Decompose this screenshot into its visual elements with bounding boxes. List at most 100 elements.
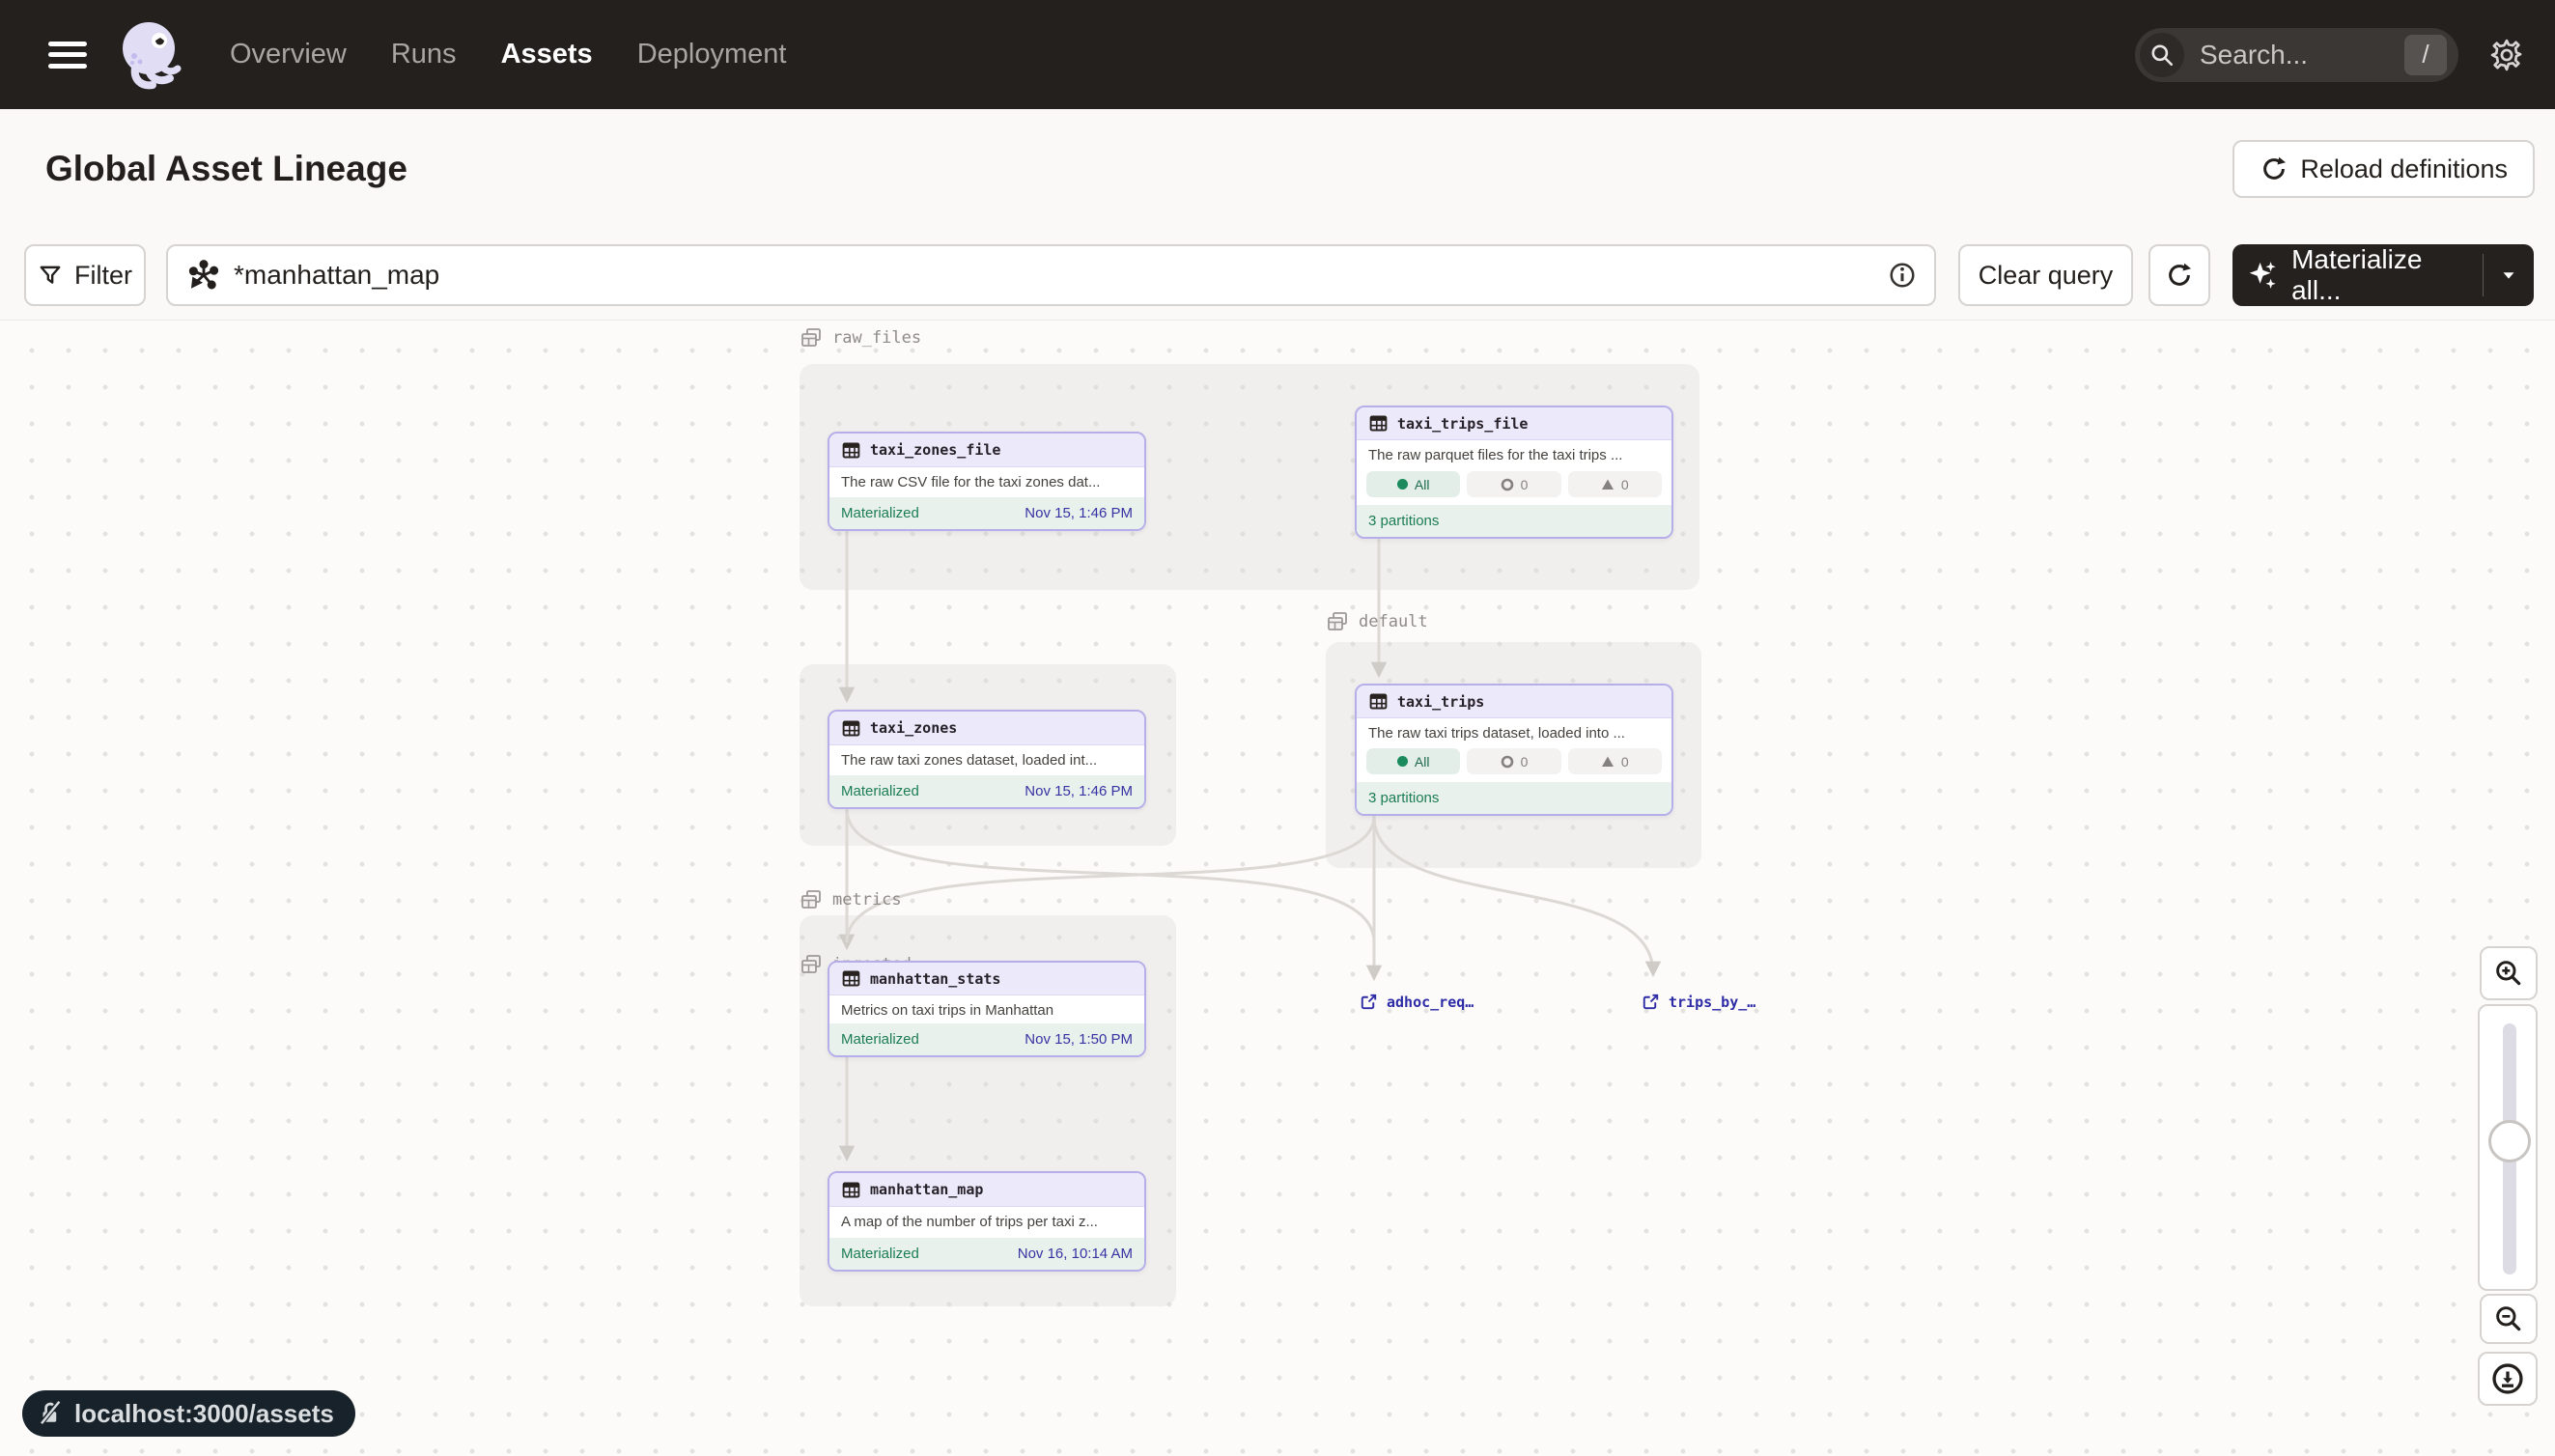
partitions-success-badge[interactable]: All	[1366, 471, 1460, 497]
asset-title: manhattan_stats	[870, 970, 1000, 988]
asset-description: The raw taxi zones dataset, loaded int..…	[829, 745, 1144, 775]
nav-right: Search... /	[2135, 28, 2555, 82]
circle-outline-icon	[1501, 478, 1514, 491]
asset-node-taxi-zones[interactable]: taxi_zones The raw taxi zones dataset, l…	[828, 710, 1146, 809]
lineage-canvas[interactable]: raw_files ingested default metrics	[0, 321, 2555, 1456]
zoom-out-button[interactable]	[2480, 1294, 2538, 1344]
asset-title: taxi_trips	[1397, 693, 1484, 711]
zoom-out-icon	[2493, 1303, 2524, 1334]
sparkles-icon	[2246, 257, 2280, 294]
asset-node-taxi-trips-file[interactable]: taxi_trips_file The raw parquet files fo…	[1355, 406, 1673, 539]
materialized-timestamp: Nov 16, 10:14 AM	[1018, 1246, 1133, 1262]
group-label-raw-files[interactable]: raw_files	[800, 326, 921, 350]
search-icon	[2140, 33, 2184, 77]
asset-title: taxi_zones	[870, 719, 957, 737]
nav-item-runs[interactable]: Runs	[391, 39, 457, 70]
partition-health-badges: All 0 0	[1357, 469, 1671, 505]
settings-gear-icon[interactable]	[2458, 37, 2555, 73]
partitions-missing-badge[interactable]: 0	[1568, 471, 1662, 497]
materialized-timestamp: Nov 15, 1:46 PM	[1025, 505, 1133, 521]
materialized-status: Materialized	[841, 1031, 919, 1048]
asset-node-taxi-zones-file[interactable]: taxi_zones_file The raw CSV file for the…	[828, 432, 1146, 531]
filter-button[interactable]: Filter	[24, 244, 146, 306]
filter-funnel-icon	[38, 263, 63, 288]
table-icon	[841, 968, 861, 989]
materialized-status: Materialized	[841, 1246, 919, 1262]
external-link-icon	[1360, 993, 1378, 1011]
asset-group-icon	[800, 326, 823, 350]
success-dot-icon	[1397, 479, 1408, 490]
partition-count: 3 partitions	[1357, 505, 1671, 537]
info-icon[interactable]	[1888, 261, 1917, 290]
lock-slash-icon	[36, 1399, 65, 1428]
table-icon	[841, 718, 861, 739]
materialized-timestamp: Nov 15, 1:50 PM	[1025, 1031, 1133, 1048]
clear-query-button[interactable]: Clear query	[1958, 244, 2133, 306]
menu-icon[interactable]	[48, 42, 87, 69]
asset-selection-input-wrap	[166, 244, 1936, 306]
job-link-trips-by[interactable]: trips_by_…	[1642, 993, 1755, 1011]
asset-group-icon	[800, 953, 823, 976]
graph-query-icon	[187, 259, 220, 292]
asset-description: The raw CSV file for the taxi zones dat.…	[829, 467, 1144, 497]
table-icon	[841, 1180, 861, 1200]
asset-description: Metrics on taxi trips in Manhattan	[829, 995, 1144, 1023]
asset-description: A map of the number of trips per taxi z.…	[829, 1207, 1144, 1237]
search-shortcut-key: /	[2404, 35, 2447, 75]
zoom-slider-thumb[interactable]	[2488, 1120, 2531, 1162]
page-header: Global Asset Lineage Reload definitions	[0, 109, 2555, 229]
partition-health-badges: All 0 0	[1357, 746, 1671, 782]
zoom-in-button[interactable]	[2480, 946, 2538, 1000]
asset-title: manhattan_map	[870, 1181, 983, 1198]
asset-title: taxi_trips_file	[1397, 415, 1528, 433]
external-link-icon	[1642, 993, 1660, 1011]
nav-item-overview[interactable]: Overview	[230, 39, 347, 70]
top-nav: Overview Runs Assets Deployment Search..…	[0, 0, 2555, 109]
partitions-success-badge[interactable]: All	[1366, 748, 1460, 774]
materialized-status: Materialized	[841, 783, 919, 799]
materialize-all-button[interactable]: Materialize all...	[2232, 244, 2534, 306]
recenter-button[interactable]	[2478, 1352, 2538, 1406]
lineage-toolbar: Filter Clear query	[0, 229, 2555, 321]
materialize-dropdown-caret[interactable]	[2484, 265, 2534, 286]
asset-description: The raw taxi trips dataset, loaded into …	[1357, 718, 1671, 746]
partitions-missing-badge[interactable]: 0	[1568, 748, 1662, 774]
zoom-in-icon	[2493, 958, 2524, 989]
search-placeholder: Search...	[2200, 40, 2308, 70]
materialized-timestamp: Nov 15, 1:46 PM	[1025, 783, 1133, 799]
asset-node-taxi-trips[interactable]: taxi_trips The raw taxi trips dataset, l…	[1355, 684, 1673, 816]
dagster-logo[interactable]	[114, 17, 183, 93]
partitions-failed-badge[interactable]: 0	[1467, 471, 1560, 497]
nav-item-assets[interactable]: Assets	[501, 39, 593, 70]
partitions-failed-badge[interactable]: 0	[1467, 748, 1560, 774]
group-label-default[interactable]: default	[1326, 610, 1428, 633]
refresh-icon	[2165, 261, 2194, 290]
asset-group-icon	[800, 888, 823, 911]
asset-title: taxi_zones_file	[870, 441, 1000, 459]
search-input[interactable]: Search... /	[2135, 28, 2458, 82]
asset-selection-input[interactable]	[234, 260, 1888, 291]
triangle-icon	[1601, 755, 1614, 769]
refresh-query-button[interactable]	[2148, 244, 2210, 306]
page-title: Global Asset Lineage	[45, 149, 407, 189]
zoom-slider[interactable]	[2478, 1004, 2538, 1291]
recenter-download-icon	[2490, 1361, 2525, 1396]
group-label-metrics[interactable]: metrics	[800, 888, 902, 911]
asset-group-icon	[1326, 610, 1349, 633]
lineage-edges	[0, 321, 2555, 1456]
triangle-icon	[1601, 478, 1614, 491]
status-url-pill: localhost:3000/assets	[22, 1390, 355, 1437]
reload-definitions-button[interactable]: Reload definitions	[2232, 140, 2535, 198]
circle-outline-icon	[1501, 755, 1514, 769]
asset-description: The raw parquet files for the taxi trips…	[1357, 440, 1671, 469]
asset-node-manhattan-stats[interactable]: manhattan_stats Metrics on taxi trips in…	[828, 961, 1146, 1057]
job-link-adhoc-request[interactable]: adhoc_req…	[1360, 993, 1474, 1011]
success-dot-icon	[1397, 756, 1408, 767]
asset-node-manhattan-map[interactable]: manhattan_map A map of the number of tri…	[828, 1171, 1146, 1272]
nav-links: Overview Runs Assets Deployment	[230, 39, 786, 70]
current-url: localhost:3000/assets	[74, 1399, 334, 1429]
nav-item-deployment[interactable]: Deployment	[637, 39, 787, 70]
materialized-status: Materialized	[841, 505, 919, 521]
reload-icon	[2260, 154, 2288, 183]
partition-count: 3 partitions	[1357, 782, 1671, 814]
